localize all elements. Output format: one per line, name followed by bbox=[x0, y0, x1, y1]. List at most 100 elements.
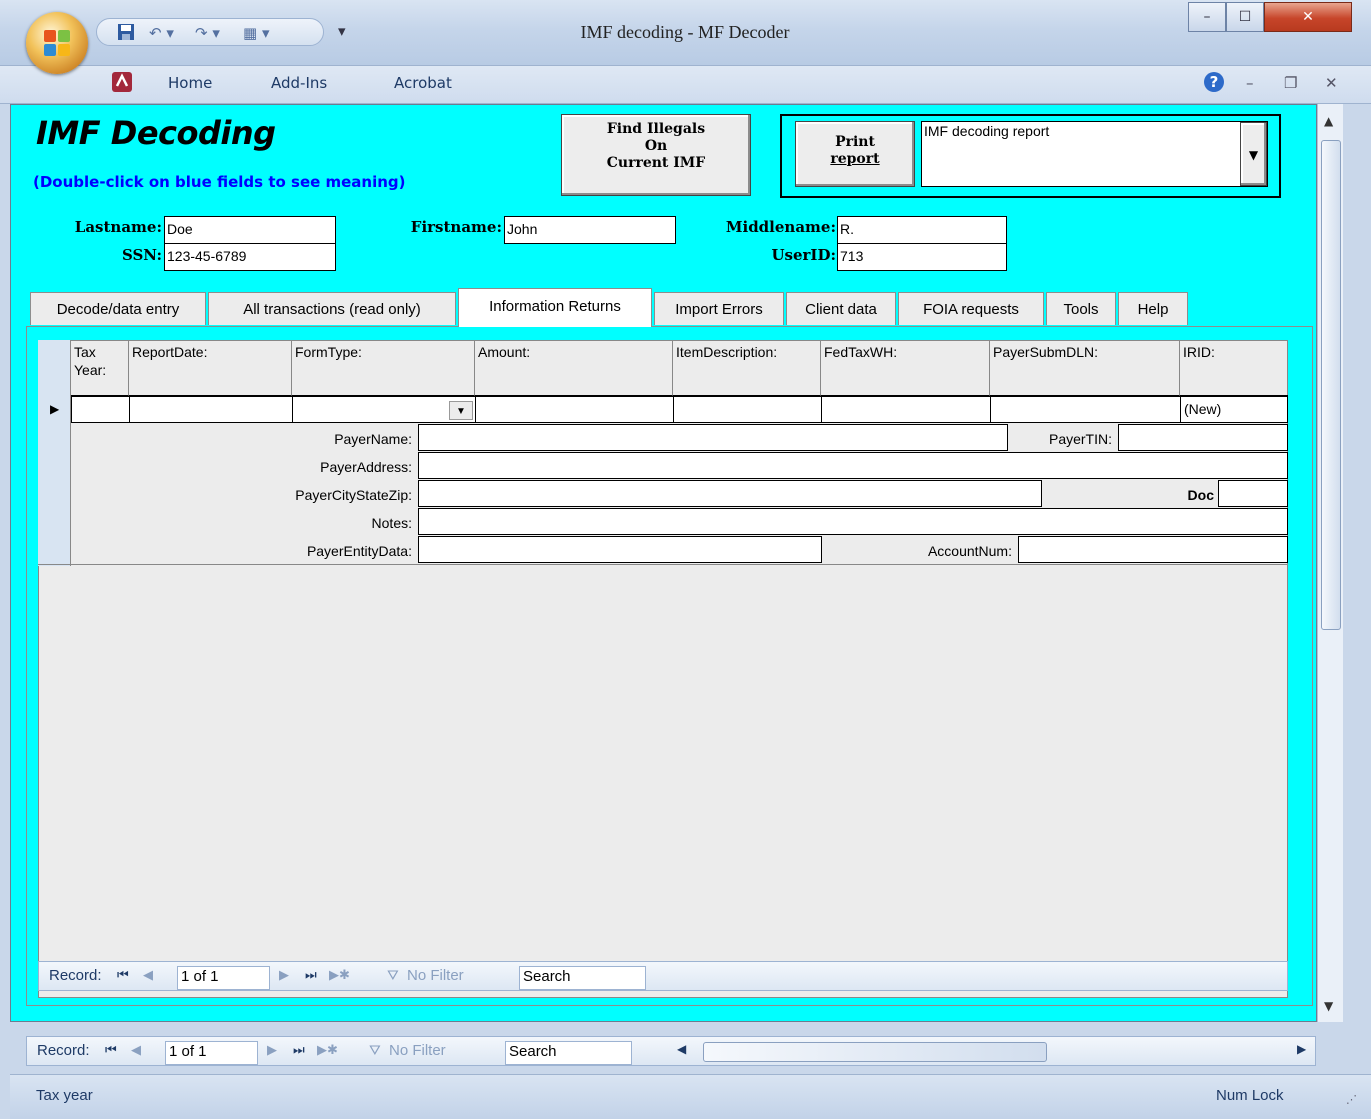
doc-close-button[interactable]: ✕ bbox=[1325, 74, 1338, 92]
subform-next-record-icon[interactable]: ▶ bbox=[279, 967, 289, 983]
subform-new-record-icon[interactable]: ▶✱ bbox=[329, 967, 350, 983]
subform-search-input[interactable]: Search bbox=[519, 966, 646, 990]
irid-field[interactable]: (New) bbox=[1180, 396, 1288, 423]
ribbon: Home Add-Ins Acrobat ? – ❐ ✕ bbox=[0, 66, 1371, 104]
main-new-record-icon[interactable]: ▶✱ bbox=[317, 1042, 338, 1058]
payer-city-state-zip-input[interactable] bbox=[418, 480, 1042, 507]
doc-input[interactable] bbox=[1218, 480, 1288, 507]
tab-decode-data-entry[interactable]: Decode/data entry bbox=[30, 292, 206, 325]
userid-label: UserID: bbox=[771, 246, 836, 264]
customize-qat-icon[interactable]: ▾ bbox=[338, 22, 346, 40]
main-search-input[interactable]: Search bbox=[505, 1041, 632, 1065]
ssn-field[interactable]: 123-45-6789 bbox=[164, 243, 336, 271]
tab-help[interactable]: Help bbox=[1118, 292, 1188, 325]
amount-input[interactable] bbox=[475, 396, 674, 423]
redo-icon[interactable]: ↷ ▾ bbox=[195, 23, 220, 43]
firstname-field[interactable]: John bbox=[504, 216, 676, 244]
subform-prev-record-icon[interactable]: ◀ bbox=[143, 967, 153, 983]
payer-tin-label: PayerTIN: bbox=[1048, 431, 1112, 447]
help-icon[interactable]: ? bbox=[1204, 72, 1224, 92]
col-header-tax-year[interactable]: Tax Year: bbox=[71, 340, 129, 396]
lastname-field[interactable]: Doe bbox=[164, 216, 336, 244]
undo-icon[interactable]: ↶ ▾ bbox=[149, 23, 174, 43]
payer-tin-input[interactable] bbox=[1118, 424, 1288, 451]
tab-home[interactable]: Home bbox=[168, 74, 212, 92]
col-header-payer-subm-dln[interactable]: PayerSubmDLN: bbox=[990, 340, 1180, 396]
record-selector-column bbox=[38, 340, 71, 566]
tab-client-data[interactable]: Client data bbox=[786, 292, 896, 325]
report-select[interactable]: IMF decoding report bbox=[921, 121, 1268, 187]
print-label-line-2: report bbox=[830, 151, 880, 167]
payer-name-label: PayerName: bbox=[334, 431, 412, 447]
maximize-button[interactable]: ☐ bbox=[1226, 2, 1264, 32]
page-subtitle: (Double-click on blue fields to see mean… bbox=[33, 173, 406, 191]
main-last-record-icon[interactable]: ⏭ bbox=[293, 1042, 305, 1058]
subform-first-record-icon[interactable]: ⏮ bbox=[117, 967, 129, 983]
report-dropdown-arrow-icon[interactable]: ▼ bbox=[1240, 122, 1267, 186]
table-icon[interactable]: ▦ ▾ bbox=[243, 23, 269, 43]
office-logo-icon bbox=[44, 30, 70, 56]
tab-foia-requests[interactable]: FOIA requests bbox=[898, 292, 1044, 325]
col-header-item-description[interactable]: ItemDescription: bbox=[673, 340, 821, 396]
tab-tools[interactable]: Tools bbox=[1046, 292, 1116, 325]
form-type-select[interactable]: ▼ bbox=[292, 396, 476, 423]
col-header-fed-tax-wh[interactable]: FedTaxWH: bbox=[821, 340, 990, 396]
col-header-report-date[interactable]: ReportDate: bbox=[129, 340, 292, 396]
doc-restore-button[interactable]: ❐ bbox=[1284, 74, 1297, 92]
scroll-down-icon[interactable]: ▼ bbox=[1324, 999, 1333, 1013]
firstname-label: Firstname: bbox=[410, 218, 502, 236]
tax-year-input[interactable] bbox=[71, 396, 130, 423]
userid-field[interactable]: 713 bbox=[837, 243, 1007, 271]
col-header-irid[interactable]: IRID: bbox=[1180, 340, 1288, 396]
payer-address-input[interactable] bbox=[418, 452, 1288, 479]
main-record-position[interactable]: 1 of 1 bbox=[165, 1041, 258, 1065]
notes-input[interactable] bbox=[418, 508, 1288, 535]
subform-record-label: Record: bbox=[49, 967, 102, 984]
col-header-amount[interactable]: Amount: bbox=[475, 340, 673, 396]
col-header-form-type[interactable]: FormType: bbox=[292, 340, 475, 396]
item-description-input[interactable] bbox=[673, 396, 822, 423]
subform-no-filter-button[interactable]: No Filter bbox=[407, 967, 464, 984]
subform-last-record-icon[interactable]: ⏭ bbox=[305, 967, 317, 983]
tab-information-returns[interactable]: Information Returns bbox=[458, 288, 652, 327]
scroll-up-icon[interactable]: ▲ bbox=[1324, 114, 1333, 128]
status-text: Tax year bbox=[36, 1087, 93, 1104]
save-icon[interactable] bbox=[117, 23, 135, 43]
subform-record-position[interactable]: 1 of 1 bbox=[177, 966, 270, 990]
account-num-input[interactable] bbox=[1018, 536, 1288, 563]
payer-name-input[interactable] bbox=[418, 424, 1008, 451]
subform-filter-icon: ⛛ bbox=[387, 967, 399, 983]
payer-subm-dln-input[interactable] bbox=[990, 396, 1181, 423]
tab-import-errors[interactable]: Import Errors bbox=[654, 292, 784, 325]
tab-add-ins[interactable]: Add-Ins bbox=[271, 74, 327, 92]
find-illegals-button[interactable]: Find Illegals On Current IMF bbox=[561, 114, 751, 196]
tab-acrobat[interactable]: Acrobat bbox=[394, 74, 452, 92]
form-type-dropdown-icon[interactable]: ▼ bbox=[449, 401, 473, 420]
minimize-button[interactable]: – bbox=[1188, 2, 1226, 32]
main-prev-record-icon[interactable]: ◀ bbox=[131, 1042, 141, 1058]
office-button[interactable] bbox=[26, 12, 88, 74]
main-first-record-icon[interactable]: ⏮ bbox=[105, 1042, 117, 1058]
find-illegals-line-3: Current IMF bbox=[606, 155, 706, 171]
payer-address-label: PayerAddress: bbox=[320, 459, 412, 475]
print-report-button[interactable]: Print report bbox=[795, 121, 915, 187]
main-no-filter-button[interactable]: No Filter bbox=[389, 1042, 446, 1059]
payer-entity-data-input[interactable] bbox=[418, 536, 822, 563]
doc-minimize-button[interactable]: – bbox=[1246, 74, 1254, 92]
form-vertical-scrollbar[interactable]: ▲ ▼ bbox=[1317, 104, 1343, 1022]
print-label-line-1: Print bbox=[835, 134, 875, 150]
fed-tax-wh-input[interactable] bbox=[821, 396, 991, 423]
hscroll-left-icon[interactable]: ◀ bbox=[677, 1042, 686, 1056]
close-button[interactable]: ✕ bbox=[1264, 2, 1352, 32]
tab-all-transactions[interactable]: All transactions (read only) bbox=[208, 292, 456, 325]
middlename-field[interactable]: R. bbox=[837, 216, 1007, 244]
ssn-label: SSN: bbox=[121, 246, 162, 264]
main-next-record-icon[interactable]: ▶ bbox=[267, 1042, 277, 1058]
payer-city-state-zip-label: PayerCityStateZip: bbox=[295, 487, 412, 503]
scroll-thumb[interactable] bbox=[1321, 140, 1341, 630]
notes-label: Notes: bbox=[371, 515, 412, 531]
hscroll-thumb[interactable] bbox=[703, 1042, 1047, 1062]
resize-grip-icon[interactable]: ⋰ bbox=[1346, 1093, 1357, 1106]
hscroll-right-icon[interactable]: ▶ bbox=[1297, 1042, 1306, 1056]
report-date-input[interactable] bbox=[129, 396, 293, 423]
